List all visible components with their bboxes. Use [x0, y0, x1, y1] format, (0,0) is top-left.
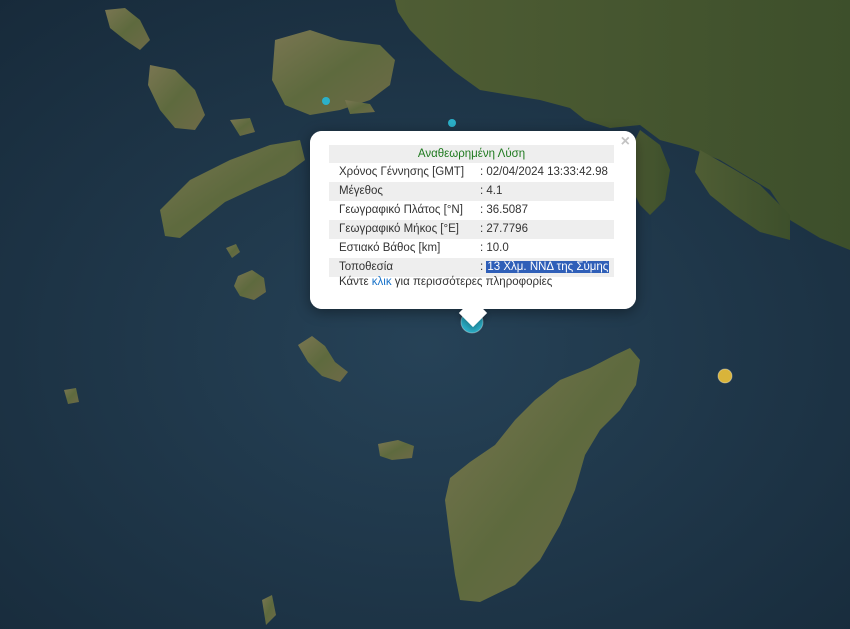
more-info-link[interactable]: κλικ [372, 276, 392, 288]
row-value: : 13 Χλμ. ΝΝΔ της Σύμης [480, 258, 610, 277]
earthquake-marker-yellow[interactable] [717, 368, 733, 384]
row-value: : 02/04/2024 13:33:42.98 [480, 166, 608, 178]
row-magnitude: Μέγεθος : 4.1 [329, 182, 614, 201]
popup-body: × Αναθεωρημένη Λύση Χρόνος Γέννησης [GMT… [310, 131, 636, 309]
row-label: Γεωγραφικό Μήκος [°E] [339, 223, 459, 235]
popup-title: Αναθεωρημένη Λύση [329, 145, 614, 163]
row-label: Τοποθεσία [339, 261, 393, 273]
row-label: Χρόνος Γέννησης [GMT] [339, 166, 465, 178]
close-icon[interactable]: × [621, 134, 630, 150]
earthquake-marker-small-1[interactable] [322, 97, 330, 105]
row-label: Εστιακό Βάθος [km] [339, 242, 441, 254]
row-longitude: Γεωγραφικό Μήκος [°E] : 27.7796 [329, 220, 614, 239]
row-value: : 27.7796 [480, 223, 528, 235]
more-prefix: Κάντε [339, 276, 372, 288]
earthquake-info-popup: × Αναθεωρημένη Λύση Χρόνος Γέννησης [GMT… [310, 131, 636, 328]
row-depth: Εστιακό Βάθος [km] : 10.0 [329, 239, 614, 258]
earthquake-marker-small-2[interactable] [448, 119, 456, 127]
row-location: Τοποθεσία : 13 Χλμ. ΝΝΔ της Σύμης [329, 258, 614, 277]
row-label: Μέγεθος [339, 185, 383, 197]
row-value: : 4.1 [480, 185, 503, 197]
row-origin-time: Χρόνος Γέννησης [GMT] : 02/04/2024 13:33… [329, 163, 614, 182]
row-value: : 36.5087 [480, 204, 528, 216]
location-value-highlighted[interactable]: 13 Χλμ. ΝΝΔ της Σύμης [486, 261, 610, 273]
satellite-map[interactable] [0, 0, 850, 629]
more-suffix: για περισσότερες πληροφορίες [391, 276, 553, 288]
row-label: Γεωγραφικό Πλάτος [°N] [339, 204, 463, 216]
more-info-line: Κάντε κλικ για περισσότερες πληροφορίες [339, 276, 552, 288]
row-latitude: Γεωγραφικό Πλάτος [°N] : 36.5087 [329, 201, 614, 220]
row-value: : 10.0 [480, 242, 509, 254]
